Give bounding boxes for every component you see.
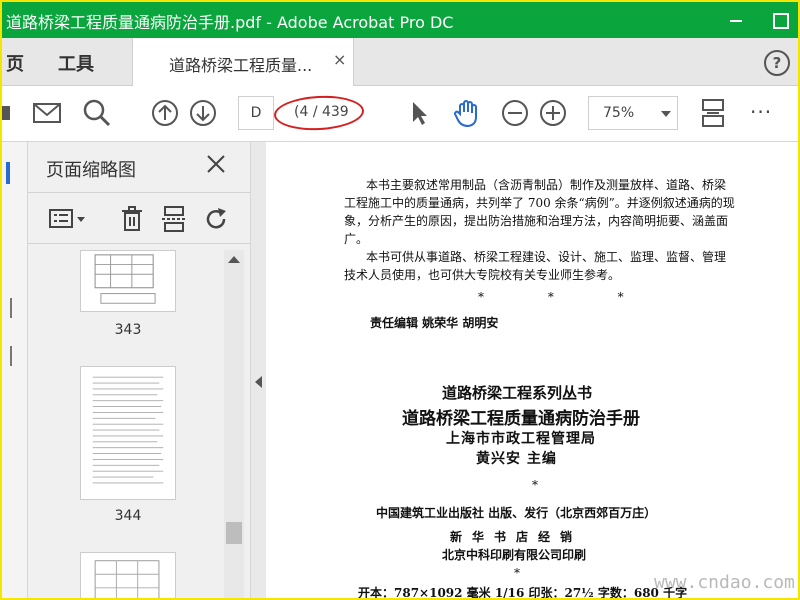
tab-home[interactable]: 页 — [6, 50, 24, 76]
main-toolbar: D (4 / 439 75% ··· — [2, 86, 798, 142]
zoom-out-icon[interactable] — [500, 98, 530, 128]
document-page: 本书主要叙述常用制品（含沥青制品）制作及测量放样、道路、桥梁 工程施工中的质量通… — [266, 142, 798, 598]
tab-tools[interactable]: 工具 — [58, 50, 94, 76]
tab-document[interactable]: 道路桥梁工程质量... × — [132, 38, 354, 86]
thumbnail-label: 344 — [114, 508, 142, 524]
thumbnail-scrollbar[interactable] — [224, 250, 244, 598]
annotation-ellipse — [273, 93, 365, 133]
thumbnail-toolbar — [28, 192, 250, 244]
navigation-strip — [2, 142, 28, 598]
page-book-title: 道路桥梁工程质量通病防治手册 — [402, 409, 640, 429]
page-format: 开本：787×1092 毫米 1/16 印张：27½ 字数：680 千字 — [358, 586, 688, 598]
menu-tab-bar: 页 工具 道路桥梁工程质量... × ? — [2, 38, 798, 86]
maximize-button[interactable] — [766, 6, 794, 34]
more-options-icon[interactable]: ··· — [750, 100, 772, 124]
page-text: 本书可供从事道路、桥梁工程建设、设计、施工、监理、监督、管理 — [366, 250, 727, 264]
prev-page-icon[interactable] — [150, 98, 180, 128]
thumbnail-page-343[interactable] — [80, 250, 176, 312]
zoom-value: 75% — [603, 105, 635, 121]
page-separator: * * * — [478, 290, 654, 304]
page-publisher: 中国建筑工业出版社 出版、发行（北京西郊百万庄） — [376, 506, 657, 520]
page-series: 道路桥梁工程系列丛书 — [442, 384, 593, 402]
bookmarks-nav-icon[interactable] — [10, 298, 12, 318]
watermark: www.cndao.com — [654, 572, 795, 593]
fit-page-icon[interactable] — [698, 98, 728, 128]
minimize-button[interactable] — [722, 6, 750, 34]
page-number-input[interactable]: D — [238, 96, 274, 130]
thumbnail-page-345[interactable] — [80, 552, 176, 598]
thumbnail-label: 343 — [114, 322, 142, 338]
page-printer: 北京中科印刷有限公司印刷 — [442, 548, 587, 562]
hand-tool-icon[interactable] — [452, 98, 482, 128]
search-icon[interactable] — [82, 98, 112, 128]
attachments-nav-icon[interactable] — [10, 346, 12, 366]
page-text: 象，分析产生的原因，提出防治措施和治理方法，内容简明扼要、涵盖面 — [344, 214, 729, 228]
select-cursor-icon[interactable] — [404, 98, 434, 128]
page-text: 本书主要叙述常用制品（含沥青制品）制作及测量放样、道路、桥梁 — [366, 178, 727, 192]
page-text: 广。 — [344, 232, 369, 246]
chevron-down-icon — [661, 111, 671, 117]
panel-title: 页面缩略图 — [46, 160, 136, 181]
next-page-icon[interactable] — [188, 98, 218, 128]
page-author: 黄兴安 主编 — [476, 451, 557, 467]
rotate-icon[interactable] — [202, 205, 230, 233]
panel-splitter[interactable] — [250, 142, 266, 598]
page-seller: 新华书店经销 — [450, 530, 583, 544]
mail-icon[interactable] — [32, 98, 62, 128]
thumbnail-page-344[interactable] — [80, 366, 176, 500]
page-text: 工程施工中的质量通病，共列举了 700 余条“病例”。并逐例叙述通病的现 — [344, 196, 735, 210]
page-editors: 责任编辑 姚荣华 胡明安 — [370, 316, 499, 330]
zoom-in-icon[interactable] — [538, 98, 568, 128]
collapse-panel-icon[interactable] — [255, 376, 262, 388]
crop-icon[interactable] — [160, 205, 188, 233]
thumbnails-panel: 页面缩略图 343 344 — [28, 142, 250, 598]
close-panel-icon[interactable] — [204, 152, 228, 176]
page-separator: * — [532, 478, 538, 492]
page-separator: * — [514, 566, 520, 580]
page-organization: 上海市市政工程管理局 — [446, 431, 596, 447]
zoom-select[interactable]: 75% — [588, 96, 678, 130]
scrollbar-thumb[interactable] — [226, 522, 242, 544]
thumbnail-list: 343 344 — [28, 250, 224, 598]
close-tab-icon[interactable]: × — [333, 50, 346, 69]
scroll-up-icon[interactable] — [228, 256, 240, 263]
window-title: 道路桥梁工程质量通病防治手册.pdf - Adobe Acrobat Pro D… — [6, 13, 454, 32]
title-bar: 道路桥梁工程质量通病防治手册.pdf - Adobe Acrobat Pro D… — [2, 2, 798, 38]
delete-icon[interactable] — [118, 205, 146, 233]
page-text: 技术人员使用，也可供大专院校有关专业师生参考。 — [344, 268, 621, 282]
page-options-icon[interactable] — [48, 205, 88, 233]
save-icon[interactable] — [2, 98, 12, 128]
help-icon[interactable]: ? — [764, 50, 790, 76]
document-tab-label: 道路桥梁工程质量... — [169, 56, 313, 75]
app-window: 道路桥梁工程质量通病防治手册.pdf - Adobe Acrobat Pro D… — [0, 0, 800, 600]
thumbnails-nav-icon[interactable] — [6, 162, 10, 184]
